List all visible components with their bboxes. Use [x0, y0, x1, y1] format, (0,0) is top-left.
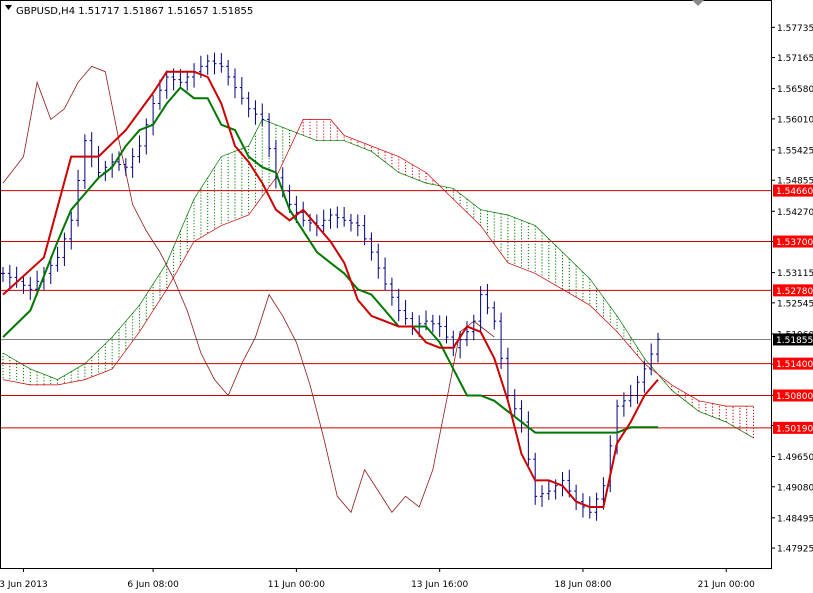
y-tick-label: 1.49650: [777, 453, 813, 463]
x-tick-label: 18 Jun 08:00: [554, 580, 611, 590]
y-tick-label: 1.47925: [777, 545, 813, 555]
x-tick-label: 6 Jun 08:00: [127, 580, 179, 590]
y-tick-label: 1.54270: [777, 208, 813, 218]
price-chart[interactable]: 1.577351.571651.565801.560101.554251.548…: [0, 0, 813, 593]
level-label: 1.51400: [776, 360, 813, 370]
level-label: 1.50190: [776, 424, 813, 434]
y-tick-label: 1.48495: [777, 514, 813, 524]
y-tick-label: 1.55425: [777, 146, 813, 156]
y-tick-label: 1.52545: [777, 299, 813, 309]
chart-background: [0, 0, 813, 593]
y-tick-label: 1.57165: [777, 54, 813, 64]
y-tick-label: 1.53115: [777, 269, 813, 279]
y-tick-label: 1.57735: [777, 24, 813, 34]
x-tick-label: 21 Jun 00:00: [698, 580, 755, 590]
x-tick-label: 3 Jun 2013: [0, 580, 48, 590]
level-label: 1.52780: [776, 287, 813, 297]
x-tick-label: 11 Jun 00:00: [268, 580, 325, 590]
symbol-line: GBPUSD,H4 1.51717 1.51867 1.51657 1.5185…: [16, 6, 253, 17]
level-label: 1.54660: [776, 187, 813, 197]
y-tick-label: 1.49080: [777, 483, 813, 493]
level-label: 1.53700: [776, 238, 813, 248]
current-price-label: 1.51855: [776, 336, 813, 346]
level-label: 1.50800: [776, 392, 813, 402]
y-tick-label: 1.56010: [777, 115, 813, 125]
x-tick-label: 13 Jun 16:00: [411, 580, 468, 590]
chart-header: GBPUSD,H4 1.51717 1.51867 1.51657 1.5185…: [5, 5, 253, 17]
y-tick-label: 1.56580: [777, 85, 813, 95]
